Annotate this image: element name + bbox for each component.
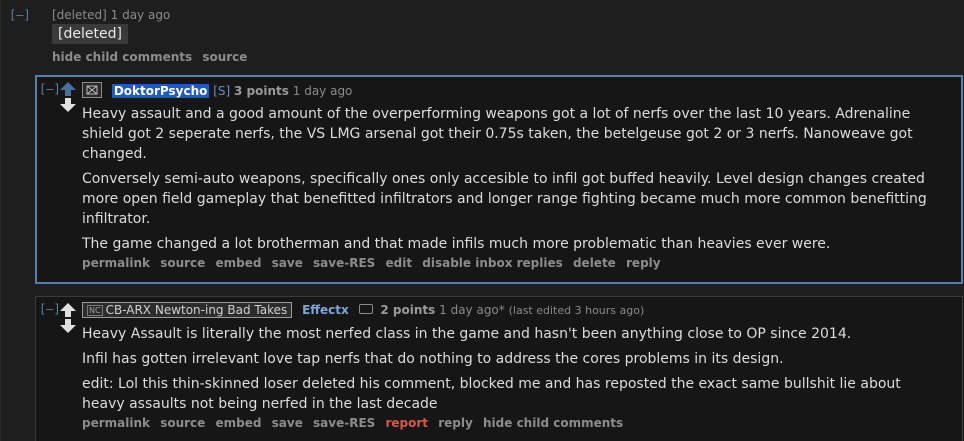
message-icon <box>358 304 373 314</box>
comment-author[interactable]: [deleted] <box>52 8 107 22</box>
permalink-button[interactable]: permalink <box>82 256 150 270</box>
comment-tagline: DoktorPsycho [S] 3 points 1 day ago <box>82 82 352 98</box>
source-button[interactable]: source <box>160 256 205 270</box>
embed-button[interactable]: embed <box>215 416 261 430</box>
downvote-arrow-icon[interactable] <box>60 319 76 333</box>
comment-author[interactable]: Effectx <box>302 303 349 317</box>
save-button[interactable]: save <box>272 256 303 270</box>
disable-inbox-replies-button[interactable]: disable inbox replies <box>422 256 563 270</box>
collapse-toggle[interactable]: [–] <box>39 82 61 96</box>
hide-child-comments-button[interactable]: hide child comments <box>483 416 623 430</box>
comment-paragraph: edit: Lol this thin-skinned loser delete… <box>82 376 901 412</box>
comment-buttons: permalink source embed save save-RES rep… <box>82 416 629 430</box>
submitter-tag[interactable]: [S] <box>213 84 230 98</box>
source-button[interactable]: source <box>160 416 205 430</box>
user-flair: NC CB-ARX Newton-ing Bad Takes <box>82 302 293 318</box>
comment-tagline: NC CB-ARX Newton-ing Bad Takes Effectx 2 … <box>82 302 644 318</box>
comment-paragraph: Heavy assault and a good amount of the o… <box>82 106 913 162</box>
comment-thread: [–] [deleted] 1 day ago [deleted] hide c… <box>0 0 964 441</box>
comment-paragraph: Infil has gotten irrelevant love tap ner… <box>82 351 784 367</box>
comment-author[interactable]: DoktorPsycho <box>111 84 210 98</box>
reply-button[interactable]: reply <box>626 256 661 270</box>
save-button[interactable]: save <box>272 416 303 430</box>
collapse-toggle[interactable]: [–] <box>9 8 31 22</box>
comment-buttons: permalink source embed save save-RES edi… <box>82 256 667 270</box>
comment-body: Heavy Assault is literally the most nerf… <box>82 324 932 419</box>
comment-body: Heavy assault and a good amount of the o… <box>82 104 932 259</box>
comment-tagline: [deleted] 1 day ago <box>52 8 170 22</box>
downvote-arrow-icon[interactable] <box>60 98 76 112</box>
comment-paragraph: The game changed a lot brotherman and th… <box>82 236 831 252</box>
collapse-toggle[interactable]: [–] <box>39 302 61 316</box>
comment-paragraph: Conversely semi-auto weapons, specifical… <box>82 171 927 227</box>
faction-icon: NC <box>87 305 103 316</box>
embed-button[interactable]: embed <box>215 256 261 270</box>
thread-container: [–] [deleted] 1 day ago [deleted] hide c… <box>0 0 963 441</box>
comment-paragraph: Heavy Assault is literally the most nerf… <box>82 326 852 342</box>
source-button[interactable]: source <box>202 50 247 64</box>
reply-button[interactable]: reply <box>438 416 473 430</box>
edited-note: (last edited 3 hours ago) <box>508 304 645 317</box>
report-button[interactable]: report <box>385 416 428 430</box>
comment-score: 3 points <box>234 84 289 98</box>
comment-time: 1 day ago <box>292 84 353 98</box>
upvote-arrow-icon[interactable] <box>60 82 76 96</box>
hide-child-comments-button[interactable]: hide child comments <box>52 50 192 64</box>
save-res-button[interactable]: save-RES <box>313 416 375 430</box>
comment-time: 1 day ago <box>110 8 171 22</box>
delete-button[interactable]: delete <box>573 256 616 270</box>
save-res-button[interactable]: save-RES <box>313 256 375 270</box>
edit-button[interactable]: edit <box>385 256 412 270</box>
flair-icon <box>82 82 102 98</box>
comment-body: [deleted] <box>52 24 128 44</box>
comment-score: 2 points <box>380 303 436 317</box>
upvote-arrow-icon[interactable] <box>60 303 76 317</box>
comment-time: 1 day ago* <box>439 303 505 317</box>
comment-buttons: hide child comments source <box>52 50 253 64</box>
user-flair-text: CB-ARX Newton-ing Bad Takes <box>105 303 288 317</box>
permalink-button[interactable]: permalink <box>82 416 150 430</box>
